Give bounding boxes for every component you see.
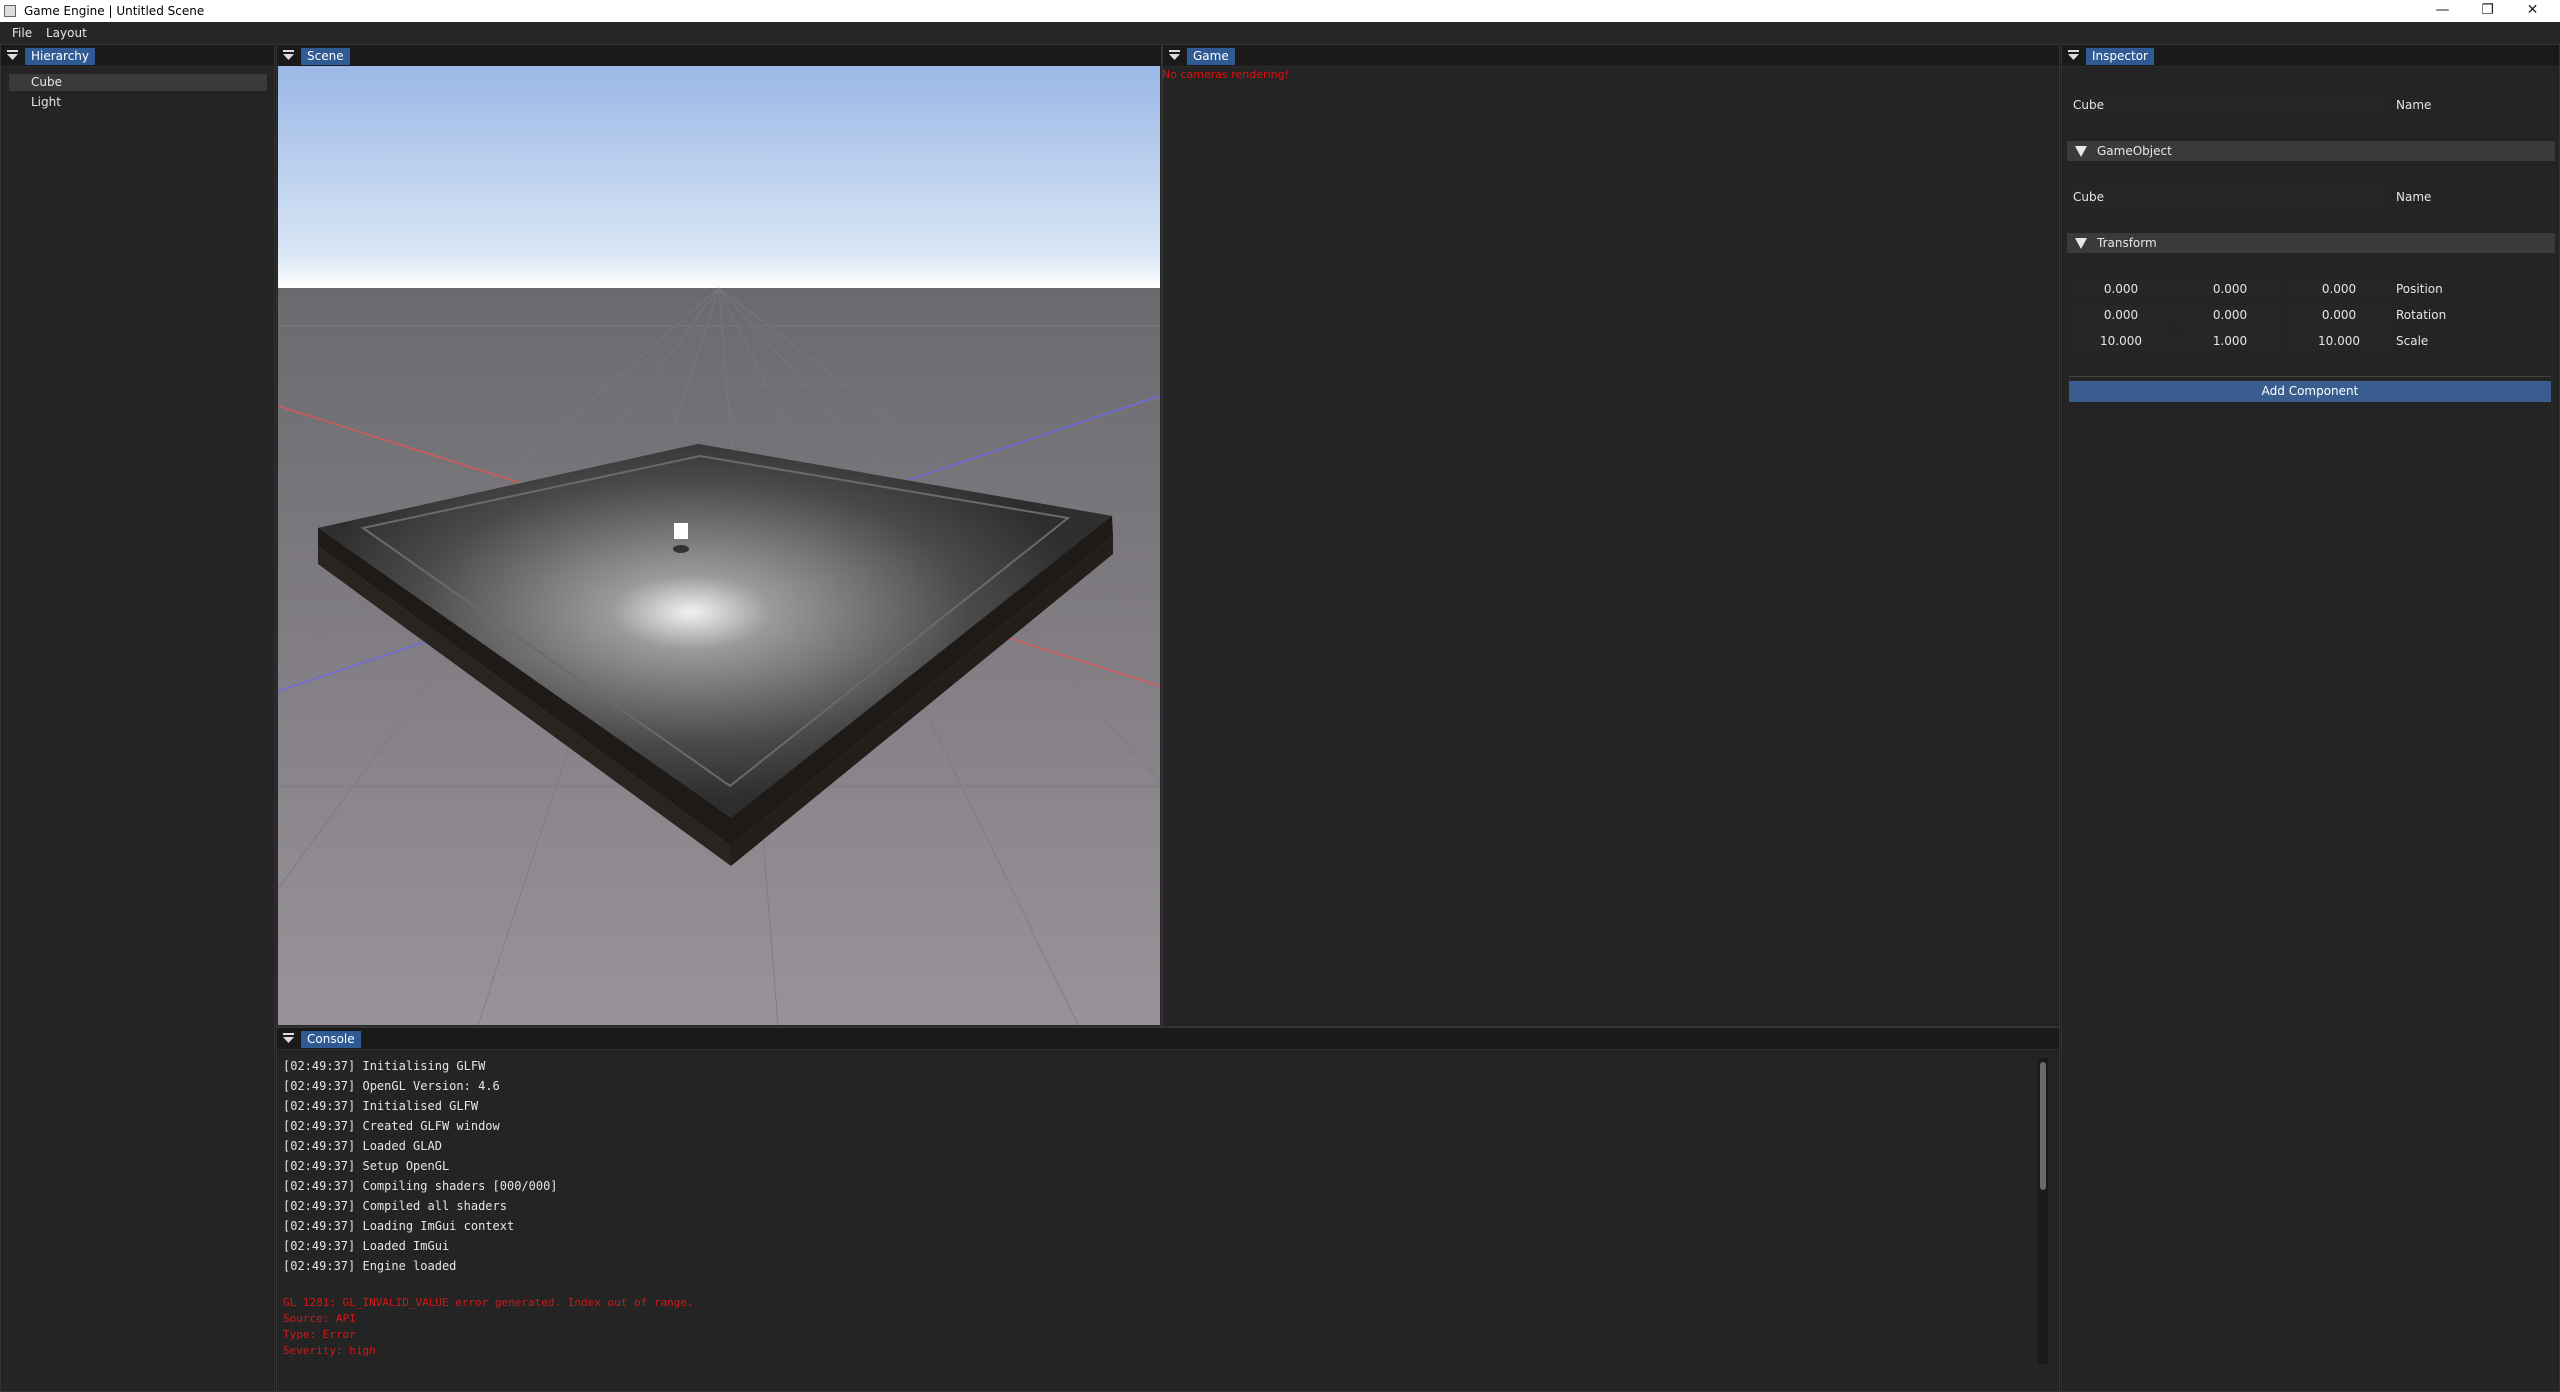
- transform-section-title: Transform: [2097, 236, 2157, 250]
- game-status-message: No cameras rendering!: [1162, 68, 1289, 81]
- menu-bar: File Layout: [0, 22, 2560, 44]
- tab-console[interactable]: Console: [301, 1031, 361, 1048]
- tab-hierarchy[interactable]: Hierarchy: [25, 48, 96, 65]
- rotation-label: Rotation: [2396, 308, 2447, 322]
- rotation-y-field[interactable]: 0.000: [2178, 306, 2282, 325]
- menu-layout[interactable]: Layout: [46, 26, 87, 40]
- hierarchy-panel: Hierarchy Cube Light: [0, 44, 275, 1392]
- minimize-button[interactable]: —: [2420, 0, 2465, 22]
- sky: [278, 66, 1160, 288]
- collapse-icon[interactable]: [2068, 50, 2079, 61]
- console-error-line: GL 1281: GL_INVALID_VALUE error generate…: [283, 1296, 694, 1309]
- game-panel: Game: [1162, 44, 2060, 1027]
- title-bar: Game Engine | Untitled Scene — ❐ ✕: [0, 0, 2560, 22]
- scale-label: Scale: [2396, 334, 2429, 348]
- console-error-line: Type: Error: [283, 1328, 356, 1341]
- console-header: Console: [277, 1028, 2059, 1050]
- light-shadow: [673, 545, 689, 553]
- scale-y-field[interactable]: 1.000: [2178, 332, 2282, 351]
- gameobject-section-title: GameObject: [2097, 144, 2172, 158]
- app-icon: [4, 5, 16, 17]
- scene-render: [278, 66, 1160, 1025]
- console-panel: Console: [276, 1027, 2060, 1392]
- console-line: [02:49:37] Loading ImGui context: [283, 1219, 515, 1233]
- console-error-line: Severity: high: [283, 1344, 376, 1357]
- rotation-z-field[interactable]: 0.000: [2287, 306, 2391, 325]
- console-line: [02:49:37] Engine loaded: [283, 1259, 457, 1273]
- console-line: [02:49:37] Created GLFW window: [283, 1119, 500, 1133]
- tab-scene[interactable]: Scene: [301, 48, 350, 65]
- rotation-x-field[interactable]: 0.000: [2069, 306, 2173, 325]
- console-line: [02:49:37] Compiling shaders [000/000]: [283, 1179, 558, 1193]
- scale-z-field[interactable]: 10.000: [2287, 332, 2391, 351]
- chevron-down-icon: [2075, 238, 2087, 249]
- console-line: [02:49:37] OpenGL Version: 4.6: [283, 1079, 500, 1093]
- object-name-label: Name: [2396, 98, 2432, 112]
- add-component-button[interactable]: Add Component: [2069, 381, 2551, 402]
- console-line: [02:49:37] Initialised GLFW: [283, 1099, 479, 1113]
- scale-x-field[interactable]: 10.000: [2069, 332, 2173, 351]
- console-line: [02:49:37] Loaded GLAD: [283, 1139, 442, 1153]
- collapse-icon[interactable]: [1169, 50, 1180, 61]
- scene-header: Scene: [277, 45, 1161, 67]
- scene-viewport[interactable]: [278, 66, 1160, 1025]
- position-label: Position: [2396, 282, 2443, 296]
- console-error-line: Source: API: [283, 1312, 356, 1325]
- gameobject-section-header[interactable]: GameObject: [2067, 141, 2555, 161]
- tab-inspector[interactable]: Inspector: [2086, 48, 2154, 65]
- collapse-icon[interactable]: [7, 50, 18, 61]
- light-gizmo[interactable]: [674, 523, 688, 539]
- console-scrollbar-thumb[interactable]: [2040, 1062, 2046, 1190]
- hierarchy-item-light[interactable]: Light: [9, 94, 267, 111]
- console-line: [02:49:37] Setup OpenGL: [283, 1159, 450, 1173]
- gameobject-name-label: Name: [2396, 190, 2432, 204]
- transform-section-header[interactable]: Transform: [2067, 233, 2555, 253]
- gameobject-name-input[interactable]: Cube: [2069, 188, 2387, 207]
- position-x-field[interactable]: 0.000: [2069, 280, 2173, 299]
- collapse-icon[interactable]: [283, 1033, 294, 1044]
- hierarchy-item-cube[interactable]: Cube: [9, 74, 267, 91]
- window-title: Game Engine | Untitled Scene: [24, 4, 205, 18]
- chevron-down-icon: [2075, 146, 2087, 157]
- close-button[interactable]: ✕: [2510, 0, 2555, 22]
- game-header: Game: [1163, 45, 2059, 67]
- tab-game[interactable]: Game: [1187, 48, 1235, 65]
- object-name-input[interactable]: Cube: [2069, 96, 2387, 115]
- menu-file[interactable]: File: [12, 26, 32, 40]
- position-z-field[interactable]: 0.000: [2287, 280, 2391, 299]
- position-y-field[interactable]: 0.000: [2178, 280, 2282, 299]
- hierarchy-header: Hierarchy: [1, 45, 274, 67]
- console-line: [02:49:37] Initialising GLFW: [283, 1059, 486, 1073]
- collapse-icon[interactable]: [283, 50, 294, 61]
- inspector-divider: [2069, 376, 2551, 377]
- console-line: [02:49:37] Compiled all shaders: [283, 1199, 507, 1213]
- restore-button[interactable]: ❐: [2465, 0, 2510, 22]
- inspector-header: Inspector: [2062, 45, 2559, 67]
- console-line: [02:49:37] Loaded ImGui: [283, 1239, 450, 1253]
